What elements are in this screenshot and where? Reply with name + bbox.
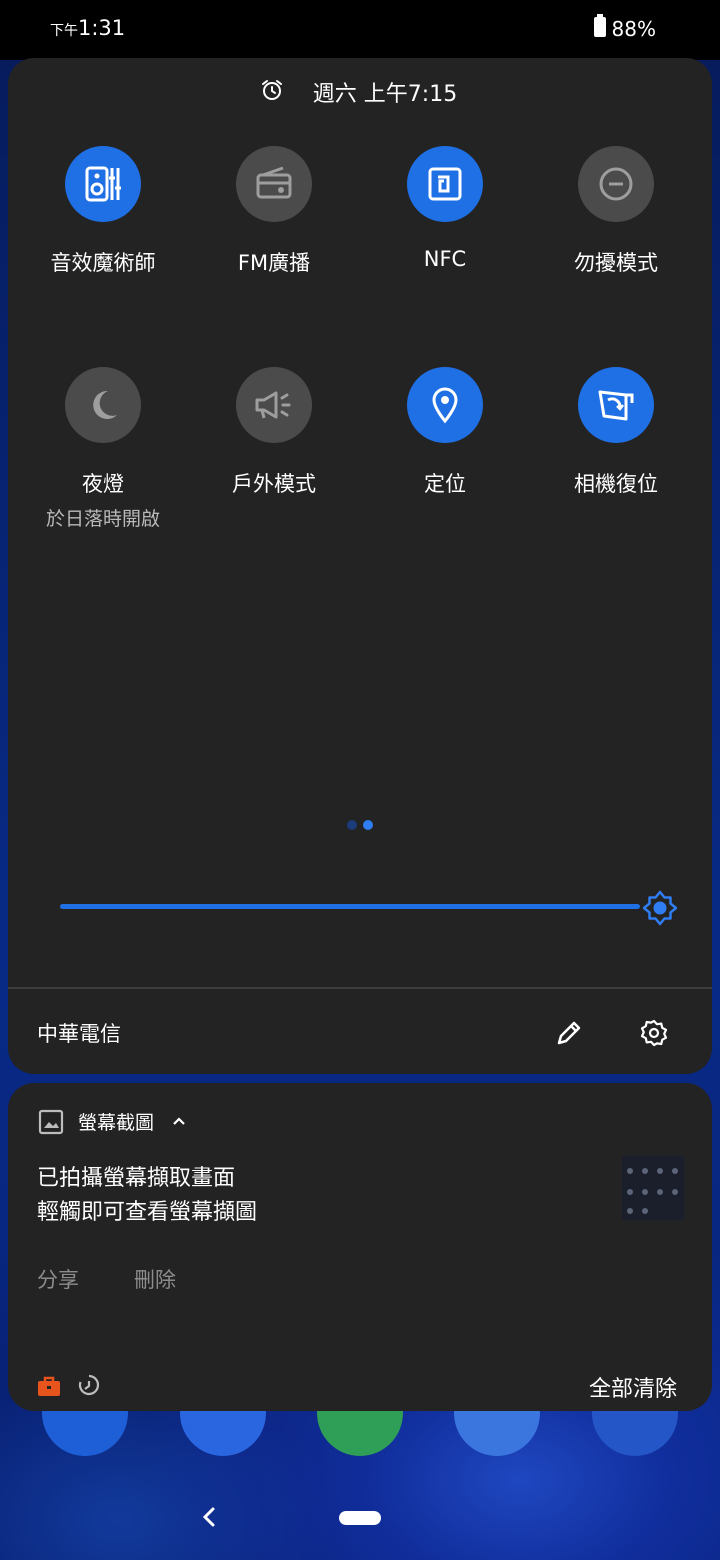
brightness-slider[interactable] — [60, 904, 640, 909]
tile-do-not-disturb[interactable]: 勿擾模式 — [530, 146, 702, 277]
clock: 下午1:31 — [50, 16, 125, 40]
tile-nfc[interactable]: NFC — [359, 146, 531, 271]
next-alarm[interactable]: 週六 上午7:15 — [0, 76, 720, 108]
brightness-icon[interactable] — [642, 890, 678, 926]
carrier-name: 中華電信 — [37, 1022, 121, 1046]
do-not-disturb-icon — [578, 146, 654, 222]
page-indicator — [347, 815, 379, 834]
share-button[interactable]: 分享 — [37, 1264, 79, 1294]
tile-label: 相機復位 — [574, 472, 658, 496]
tile-label: 勿擾模式 — [574, 251, 658, 275]
clock-ampm: 下午 — [50, 23, 78, 39]
tile-sublabel: 於日落時開啟 — [45, 508, 160, 530]
camera-reset-icon — [578, 367, 654, 443]
battery-icon — [594, 14, 606, 37]
clock-time: 1:31 — [78, 16, 126, 40]
tile-audio-wizard[interactable]: 音效魔術師 — [17, 146, 189, 277]
tile-label: NFC — [423, 247, 467, 271]
notification-title: 已拍攝螢幕擷取畫面 — [37, 1166, 236, 1191]
radio-icon — [236, 146, 312, 222]
page-dot-active — [363, 820, 373, 830]
snooze-icon[interactable] — [77, 1373, 101, 1397]
megaphone-icon — [236, 367, 312, 443]
clear-all-button[interactable]: 全部清除 — [589, 1371, 677, 1403]
tile-fm-radio[interactable]: FM廣播 — [188, 146, 360, 277]
notification-app-name: 螢幕截圖 — [78, 1112, 155, 1134]
back-icon[interactable] — [200, 1506, 218, 1528]
screenshot-thumbnail[interactable] — [622, 1156, 684, 1220]
tile-camera-reset[interactable]: 相機復位 — [530, 367, 702, 498]
briefcase-icon — [38, 1376, 60, 1396]
gear-icon[interactable] — [640, 1019, 668, 1047]
delete-button[interactable]: 刪除 — [134, 1264, 176, 1294]
moon-icon — [65, 367, 141, 443]
tile-label: 夜燈 — [82, 472, 124, 496]
pencil-icon[interactable] — [555, 1019, 583, 1047]
tile-night-light[interactable]: 夜燈 於日落時開啟 — [17, 367, 189, 531]
image-icon — [38, 1109, 64, 1135]
tile-label: FM廣播 — [237, 251, 311, 275]
notification-text: 輕觸即可查看螢幕擷圖 — [37, 1200, 258, 1225]
nfc-icon — [407, 146, 483, 222]
tile-label: 戶外模式 — [232, 472, 316, 496]
status-bar: 下午1:31 88% — [0, 0, 720, 60]
tile-label: 定位 — [424, 472, 466, 496]
tile-label: 音效魔術師 — [50, 251, 156, 275]
next-alarm-text: 週六 上午7:15 — [312, 82, 458, 107]
page-dot — [347, 820, 357, 830]
tile-outdoor-mode[interactable]: 戶外模式 — [188, 367, 360, 498]
battery-level: 88% — [611, 17, 656, 41]
audio-wizard-icon — [65, 146, 141, 222]
divider — [8, 987, 712, 989]
tile-location[interactable]: 定位 — [359, 367, 531, 498]
home-pill[interactable] — [339, 1511, 381, 1525]
chevron-up-icon[interactable] — [171, 1113, 187, 1129]
location-pin-icon — [407, 367, 483, 443]
